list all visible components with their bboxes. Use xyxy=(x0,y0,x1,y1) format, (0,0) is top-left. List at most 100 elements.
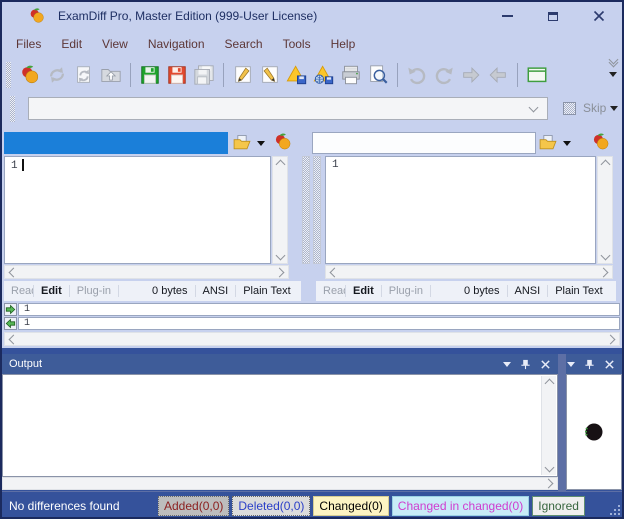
redo-button[interactable] xyxy=(432,63,456,87)
minimize-button[interactable] xyxy=(484,2,530,30)
scroll-up-icon[interactable] xyxy=(544,379,554,389)
skip-checkbox[interactable] xyxy=(563,102,576,115)
right-readonly-indicator[interactable]: Read xyxy=(316,285,346,297)
toolbar-grip[interactable] xyxy=(6,62,11,88)
scroll-left-icon[interactable] xyxy=(9,267,19,277)
save-differences-web-button[interactable] xyxy=(312,63,336,87)
right-editor[interactable]: 1 xyxy=(325,156,596,264)
print-button[interactable] xyxy=(339,63,363,87)
compare-options-bar: Skip xyxy=(2,92,622,126)
deleted-badge[interactable]: Deleted(0,0) xyxy=(232,496,310,516)
close-button[interactable] xyxy=(576,2,622,30)
pin-icon[interactable] xyxy=(584,359,595,370)
menu-tools[interactable]: Tools xyxy=(273,33,321,55)
panel-menu-icon[interactable] xyxy=(567,362,575,367)
left-compare-button[interactable] xyxy=(272,131,294,153)
current-line-right-text[interactable]: 1 xyxy=(18,317,620,330)
file-filter-combobox[interactable] xyxy=(28,97,548,120)
left-open-dropdown-icon[interactable] xyxy=(257,141,265,146)
scroll-right-icon[interactable] xyxy=(275,267,285,277)
menu-search[interactable]: Search xyxy=(215,33,273,55)
copy-to-right-button[interactable] xyxy=(4,303,17,316)
toolbar-overflow-button[interactable] xyxy=(609,59,617,77)
save-differences-web-icon xyxy=(313,64,335,86)
save-differences-button[interactable] xyxy=(285,63,309,87)
added-badge[interactable]: Added(0,0) xyxy=(158,496,229,516)
pin-icon[interactable] xyxy=(520,359,531,370)
save-first-button[interactable] xyxy=(138,63,162,87)
open-folder-up-button[interactable] xyxy=(99,63,123,87)
right-plugin-indicator[interactable]: Plug-in xyxy=(382,285,431,297)
right-compare-button[interactable] xyxy=(590,131,612,153)
close-icon[interactable] xyxy=(604,359,615,370)
left-editor[interactable]: 1 xyxy=(4,156,271,264)
current-line-left-text[interactable]: 1 xyxy=(18,303,620,316)
left-filename-field[interactable] xyxy=(4,132,228,154)
compare-icon xyxy=(591,132,611,152)
edit-second-button[interactable] xyxy=(258,63,282,87)
scroll-left-icon[interactable] xyxy=(330,267,340,277)
changed-badge[interactable]: Changed(0) xyxy=(313,496,388,516)
menu-help[interactable]: Help xyxy=(321,33,366,55)
close-icon[interactable] xyxy=(540,359,551,370)
scroll-right-icon[interactable] xyxy=(544,479,554,489)
right-filename-field[interactable] xyxy=(312,132,536,154)
changed-in-changed-badge[interactable]: Changed in changed(0) xyxy=(392,496,529,516)
show-panel-button[interactable] xyxy=(525,63,549,87)
scroll-right-icon[interactable] xyxy=(599,267,609,277)
current-line-horizontal-scrollbar[interactable] xyxy=(4,332,620,346)
statistics-panel-title-bar[interactable] xyxy=(566,354,622,374)
filterbar-grip[interactable] xyxy=(10,96,15,122)
title-bar[interactable]: ExamDiff Pro, Master Edition (999-User L… xyxy=(2,2,622,30)
output-panel-title-bar[interactable]: Output xyxy=(2,354,558,374)
output-panel-body[interactable] xyxy=(2,374,558,477)
left-open-file-button[interactable] xyxy=(231,132,253,154)
copy-to-left-button[interactable] xyxy=(4,317,17,330)
left-horizontal-scrollbar[interactable] xyxy=(4,265,289,279)
save-both-button[interactable] xyxy=(192,63,216,87)
ignored-badge[interactable]: Ignored xyxy=(532,496,585,516)
combobox-dropdown-icon[interactable] xyxy=(529,102,539,112)
previous-difference-button[interactable] xyxy=(486,63,510,87)
right-open-file-button[interactable] xyxy=(537,132,559,154)
menu-navigation[interactable]: Navigation xyxy=(138,33,215,55)
undo-button[interactable] xyxy=(405,63,429,87)
toolbar-separator xyxy=(223,63,224,87)
left-plugin-indicator[interactable]: Plug-in xyxy=(70,285,119,297)
scroll-right-icon[interactable] xyxy=(606,334,616,344)
left-edit-indicator[interactable]: Edit xyxy=(34,285,70,297)
print-preview-button[interactable] xyxy=(366,63,390,87)
save-second-button[interactable] xyxy=(165,63,189,87)
left-encoding[interactable]: ANSI xyxy=(196,285,237,297)
output-vertical-scrollbar[interactable] xyxy=(541,376,556,475)
dock-vertical-splitter[interactable] xyxy=(558,354,566,491)
left-syntax[interactable]: Plain Text xyxy=(236,285,298,297)
scroll-down-icon[interactable] xyxy=(600,251,610,261)
scroll-down-icon[interactable] xyxy=(544,463,554,473)
scroll-down-icon[interactable] xyxy=(275,251,285,261)
scroll-left-icon[interactable] xyxy=(9,334,19,344)
edit-first-button[interactable] xyxy=(231,63,255,87)
maximize-button[interactable] xyxy=(530,2,576,30)
scroll-up-icon[interactable] xyxy=(275,160,285,170)
menu-view[interactable]: View xyxy=(92,33,138,55)
compare-button[interactable] xyxy=(18,63,42,87)
output-horizontal-scrollbar[interactable] xyxy=(2,477,558,490)
filterbar-overflow-button[interactable] xyxy=(610,106,618,111)
right-syntax[interactable]: Plain Text xyxy=(548,285,610,297)
next-difference-button[interactable] xyxy=(459,63,483,87)
reload-files-button[interactable] xyxy=(72,63,96,87)
left-vertical-scrollbar[interactable] xyxy=(272,156,288,264)
left-readonly-indicator[interactable]: Read xyxy=(4,285,34,297)
menu-edit[interactable]: Edit xyxy=(51,33,92,55)
right-vertical-scrollbar[interactable] xyxy=(597,156,613,264)
right-horizontal-scrollbar[interactable] xyxy=(325,265,613,279)
right-edit-indicator[interactable]: Edit xyxy=(346,285,382,297)
refresh-button[interactable] xyxy=(45,63,69,87)
resize-grip[interactable] xyxy=(609,504,621,516)
menu-files[interactable]: Files xyxy=(6,33,51,55)
right-encoding[interactable]: ANSI xyxy=(508,285,549,297)
scroll-up-icon[interactable] xyxy=(600,160,610,170)
right-open-dropdown-icon[interactable] xyxy=(563,141,571,146)
panel-menu-icon[interactable] xyxy=(503,362,511,367)
